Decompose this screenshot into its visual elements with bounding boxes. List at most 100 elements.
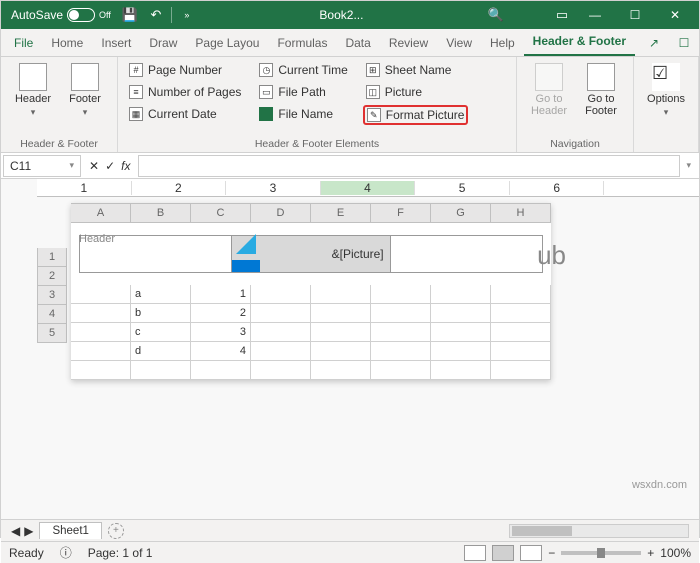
- header-center-section[interactable]: &[Picture]: [232, 236, 390, 272]
- minimize-button[interactable]: —: [575, 1, 615, 29]
- document-title: Book2...: [200, 8, 483, 22]
- tab-file[interactable]: File: [5, 30, 42, 56]
- pagelayout-view-button[interactable]: [492, 545, 514, 561]
- tab-draw[interactable]: Draw: [140, 30, 186, 56]
- col-header[interactable]: C: [191, 203, 251, 223]
- picture-button[interactable]: ◫Picture: [363, 83, 469, 101]
- group-label-hf: Header & Footer: [9, 136, 109, 150]
- tab-data[interactable]: Data: [336, 30, 379, 56]
- goto-footer-button[interactable]: Go to Footer: [577, 61, 625, 119]
- watermark-text: ub: [537, 240, 566, 271]
- group-label-elements: Header & Footer Elements: [126, 136, 508, 150]
- site-watermark: wsxdn.com: [632, 479, 687, 491]
- pagebreak-view-button[interactable]: [520, 545, 542, 561]
- ribbon: Header▾ Footer▾ Header & Footer #Page Nu…: [1, 57, 699, 153]
- col-header[interactable]: A: [71, 203, 131, 223]
- number-pages-icon: ≡: [129, 85, 143, 99]
- header-field-code: &[Picture]: [332, 247, 384, 261]
- goto-header-button: Go to Header: [525, 61, 573, 119]
- status-ready: Ready: [9, 546, 44, 560]
- zoom-slider[interactable]: [561, 551, 641, 555]
- zoom-in-button[interactable]: +: [647, 546, 654, 560]
- page-number-icon: #: [129, 63, 143, 77]
- tab-review[interactable]: Review: [380, 30, 437, 56]
- add-sheet-button[interactable]: +: [108, 523, 124, 539]
- number-pages-button[interactable]: ≡Number of Pages: [126, 83, 244, 101]
- toggle-switch[interactable]: [67, 8, 95, 22]
- footer-icon: [71, 63, 99, 91]
- tab-insert[interactable]: Insert: [92, 30, 140, 56]
- tab-view[interactable]: View: [437, 30, 481, 56]
- tab-home[interactable]: Home: [42, 30, 92, 56]
- sheet-nav[interactable]: ◀▶: [11, 524, 33, 538]
- ribbon-display-icon[interactable]: ▭: [549, 2, 575, 28]
- current-time-button[interactable]: ◷Current Time: [256, 61, 350, 79]
- tab-help[interactable]: Help: [481, 30, 524, 56]
- name-box[interactable]: C11▾: [3, 155, 81, 177]
- tab-formulas[interactable]: Formulas: [268, 30, 336, 56]
- clock-icon: ◷: [259, 63, 273, 77]
- table-row: b2: [71, 304, 551, 323]
- file-name-button[interactable]: File Name: [256, 105, 350, 123]
- sheet-name-button[interactable]: ⊞Sheet Name: [363, 61, 469, 79]
- format-picture-button[interactable]: ✎Format Picture: [363, 105, 469, 125]
- header-button[interactable]: Header▾: [9, 61, 57, 120]
- page-number-button[interactable]: #Page Number: [126, 61, 244, 79]
- autosave-toggle[interactable]: AutoSave Off: [5, 8, 117, 22]
- formula-bar[interactable]: [138, 155, 680, 177]
- accessibility-icon[interactable]: ⓘ: [60, 544, 72, 561]
- horizontal-scrollbar[interactable]: [509, 524, 689, 538]
- fx-icon[interactable]: fx: [121, 159, 130, 173]
- qat-more-icon[interactable]: »: [174, 2, 200, 28]
- zoom-level[interactable]: 100%: [660, 546, 691, 560]
- share-button[interactable]: ↗: [639, 30, 669, 56]
- close-button[interactable]: ✕: [655, 1, 695, 29]
- table-row: c3: [71, 323, 551, 342]
- col-header[interactable]: E: [311, 203, 371, 223]
- options-icon: ☑: [652, 63, 680, 91]
- zoom-out-button[interactable]: −: [548, 546, 555, 560]
- cancel-icon[interactable]: ✕: [89, 159, 99, 173]
- status-bar: Ready ⓘ Page: 1 of 1 − + 100%: [1, 541, 699, 563]
- column-headers: ABCDEFGH: [71, 203, 551, 223]
- current-date-button[interactable]: ▦Current Date: [126, 105, 244, 123]
- maximize-button[interactable]: ☐: [615, 1, 655, 29]
- options-button[interactable]: ☑Options▾: [642, 61, 690, 120]
- col-header[interactable]: G: [431, 203, 491, 223]
- col-header[interactable]: B: [131, 203, 191, 223]
- group-navigation: Go to Header Go to Footer Navigation: [517, 57, 634, 152]
- sheet-icon: ⊞: [366, 63, 380, 77]
- footer-button[interactable]: Footer▾: [61, 61, 109, 120]
- col-header[interactable]: D: [251, 203, 311, 223]
- undo-icon[interactable]: ↶: [143, 2, 169, 28]
- col-header[interactable]: F: [371, 203, 431, 223]
- search-icon[interactable]: 🔍: [483, 2, 509, 28]
- table-row: a1: [71, 285, 551, 304]
- inserted-picture: [228, 234, 266, 272]
- group-options: ☑Options▾: [634, 57, 699, 152]
- row-header[interactable]: 1: [37, 248, 67, 267]
- file-path-button[interactable]: ▭File Path: [256, 83, 350, 101]
- comments-button[interactable]: ☐: [669, 30, 699, 56]
- expand-formula-icon[interactable]: ▾: [680, 160, 697, 171]
- enter-icon[interactable]: ✓: [105, 159, 115, 173]
- sheet-tab[interactable]: Sheet1: [39, 522, 101, 539]
- col-header[interactable]: H: [491, 203, 551, 223]
- formula-controls: ✕ ✓ fx: [81, 159, 138, 173]
- row-header[interactable]: 2: [37, 267, 67, 286]
- row-header[interactable]: 4: [37, 305, 67, 324]
- row-header[interactable]: 5: [37, 324, 67, 343]
- header-left-section[interactable]: [80, 236, 232, 272]
- save-icon[interactable]: 💾: [117, 2, 143, 28]
- horizontal-ruler: 123456: [37, 179, 699, 197]
- cell-grid[interactable]: a1 b2 c3 d4: [71, 285, 551, 380]
- tab-header-footer[interactable]: Header & Footer: [524, 28, 635, 56]
- group-label-nav: Navigation: [525, 136, 625, 150]
- group-elements: #Page Number ≡Number of Pages ▦Current D…: [118, 57, 517, 152]
- header-right-section[interactable]: ub: [391, 236, 542, 272]
- autosave-off: Off: [99, 10, 111, 20]
- row-header[interactable]: 3: [37, 286, 67, 305]
- tab-pagelayout[interactable]: Page Layou: [186, 30, 268, 56]
- picture-icon: ◫: [366, 85, 380, 99]
- normal-view-button[interactable]: [464, 545, 486, 561]
